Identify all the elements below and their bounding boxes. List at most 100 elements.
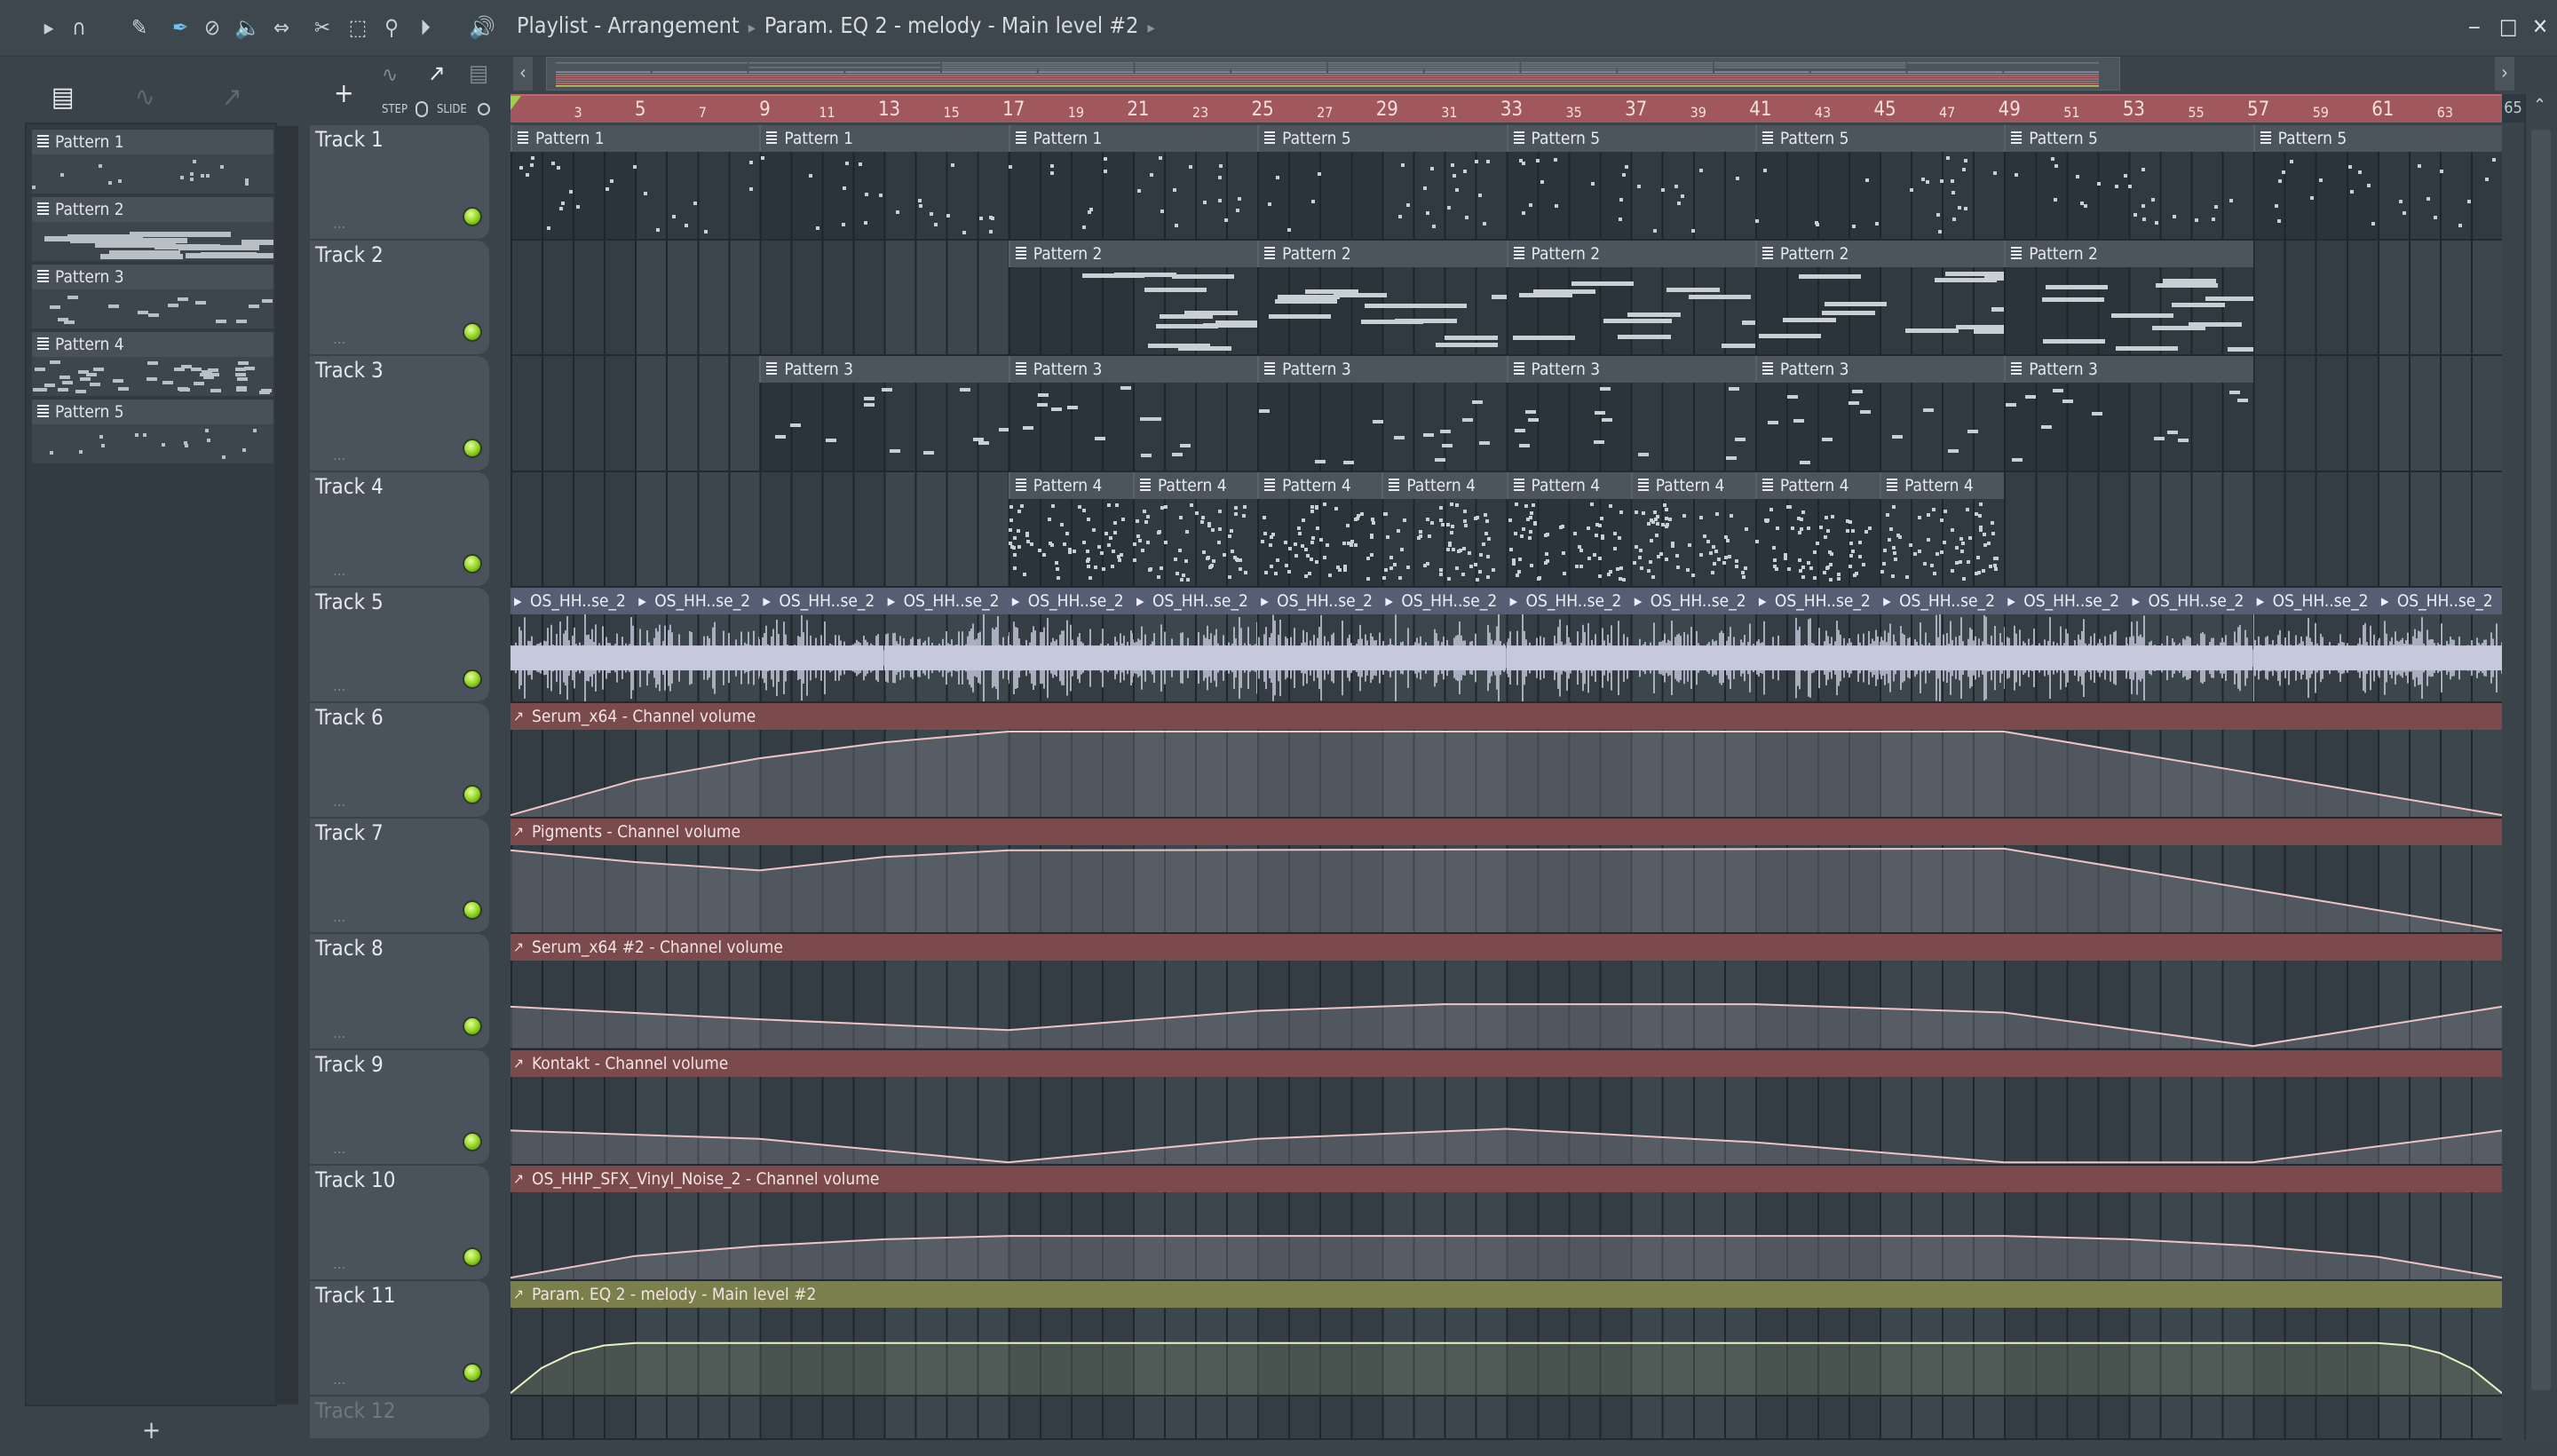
pattern-clip[interactable]: Pattern 3 — [759, 356, 1009, 471]
automation-clip-icon[interactable]: ↗ — [428, 60, 446, 87]
track-lane[interactable]: Param. EQ 2 - melody - Main level #2 — [511, 1281, 2502, 1397]
audio-clip-icon[interactable]: ∿ — [382, 62, 398, 87]
clip-label[interactable]: Pattern 3 — [2004, 356, 2253, 384]
pattern-list-item[interactable]: Pattern 4 — [32, 332, 273, 396]
track-mute-led[interactable] — [463, 1246, 482, 1267]
audio-clip[interactable]: OS_HH..se_2 — [2004, 587, 2129, 701]
track-lane[interactable]: Pigments - Channel volume — [511, 819, 2502, 935]
pattern-clip[interactable]: Pattern 1 — [759, 125, 1009, 240]
clip-label[interactable]: OS_HH..se_2 — [2004, 587, 2129, 614]
pattern-clip[interactable]: Pattern 3 — [1506, 356, 1755, 471]
audio-clip[interactable]: OS_HH..se_2 — [1754, 587, 1880, 701]
auto-clip[interactable]: Param. EQ 2 - melody - Main level #2 — [511, 1281, 2502, 1396]
minimize-button[interactable]: ‒ — [2468, 14, 2481, 39]
pattern-list-item[interactable]: Pattern 1 — [32, 130, 273, 194]
track-header[interactable]: Track 3 … — [310, 356, 489, 472]
clip-label[interactable]: OS_HH..se_2 — [1381, 587, 1507, 614]
clip-label[interactable]: Pattern 2 — [1754, 241, 2005, 268]
track-options-icon[interactable]: … — [333, 330, 346, 347]
track-mute-led[interactable] — [463, 1016, 482, 1036]
track-options-icon[interactable]: … — [333, 1255, 346, 1272]
scroll-right-button[interactable]: › — [2495, 57, 2514, 91]
track-name[interactable]: Track 7 — [315, 820, 384, 845]
piano-roll-tab-icon[interactable]: ▤ — [51, 82, 75, 113]
track-options-icon[interactable]: … — [333, 1025, 346, 1041]
track-header[interactable]: Track 7 … — [310, 819, 489, 935]
scroll-left-button[interactable]: ‹ — [513, 57, 533, 91]
track-name[interactable]: Track 11 — [315, 1283, 395, 1308]
clip-label[interactable]: Kontakt - Channel volume — [511, 1049, 2502, 1077]
track-mute-led[interactable] — [463, 553, 482, 574]
pattern-clip[interactable]: Pattern 3 — [1754, 356, 2005, 471]
step-toggle[interactable] — [416, 101, 428, 117]
track-mute-led[interactable] — [463, 785, 482, 805]
track-header[interactable]: Track 5… — [310, 587, 489, 703]
track-lane[interactable]: Serum_x64 #2 - Channel volume — [511, 934, 2502, 1050]
track-options-icon[interactable]: … — [333, 447, 346, 463]
audio-clip[interactable]: OS_HH..se_2 — [1008, 587, 1133, 701]
auto-clip[interactable]: Kontakt - Channel volume — [511, 1049, 2502, 1164]
track-lane[interactable]: Pattern 4 Pattern 4 Pattern 4 Pattern 4 Patt… — [511, 471, 2502, 588]
close-button[interactable]: ✕ — [2532, 14, 2548, 39]
clip-label[interactable]: Pattern 5 — [1754, 125, 2005, 152]
clip-label[interactable]: OS_HH..se_2 — [1880, 587, 2005, 614]
track-lane[interactable]: OS_HHP_SFX_Vinyl_Noise_2 - Channel volum… — [511, 1165, 2502, 1281]
pattern-name[interactable]: Pattern 2 — [32, 197, 273, 222]
track-mute-led[interactable] — [463, 1131, 482, 1151]
audio-clip[interactable]: OS_HH..se_2 — [2377, 587, 2502, 701]
clip-label[interactable]: Pattern 2 — [1506, 241, 1755, 268]
audio-clip[interactable]: OS_HH..se_2 — [1506, 587, 1631, 701]
track-name[interactable]: Track 3 — [315, 358, 384, 383]
clip-label[interactable]: Pattern 5 — [1506, 125, 1755, 152]
clip-label[interactable]: Pattern 4 — [1381, 471, 1507, 499]
audio-clip[interactable]: OS_HH..se_2 — [883, 587, 1009, 701]
pattern-clip[interactable]: Pattern 3 — [2004, 356, 2253, 471]
vertical-scrollbar[interactable]: ⌃ — [2524, 94, 2557, 1440]
track-header[interactable]: Track 10… — [310, 1165, 489, 1281]
clip-label[interactable]: OS_HH..se_2 — [1008, 587, 1133, 614]
track-name[interactable]: Track 2 — [315, 242, 384, 267]
pattern-list-item[interactable]: Pattern 5 — [32, 400, 273, 463]
audio-clip[interactable]: OS_HH..se_2 — [1257, 587, 1382, 701]
clip-label[interactable]: Pigments - Channel volume — [511, 819, 2502, 846]
clip-label[interactable]: OS_HH..se_2 — [2252, 587, 2378, 614]
slip-icon[interactable]: ⇔ — [266, 12, 297, 43]
clip-label[interactable]: Pattern 4 — [1506, 471, 1631, 499]
paint-icon[interactable]: ✒ — [165, 12, 195, 43]
clip-label[interactable]: Pattern 2 — [2004, 241, 2253, 268]
track-header[interactable]: Track 4… — [310, 471, 489, 588]
pattern-clip[interactable]: Pattern 2 — [1257, 241, 1507, 355]
track-lane[interactable]: Kontakt - Channel volume — [511, 1049, 2502, 1166]
clip-label[interactable]: Pattern 1 — [511, 125, 760, 152]
pattern-clip[interactable]: Pattern 5 — [1506, 125, 1755, 240]
magnet-snap-icon[interactable]: ∩ — [64, 12, 94, 43]
pattern-clip[interactable]: Pattern 2 — [1008, 241, 1258, 355]
draw-icon[interactable]: ✎ — [124, 12, 154, 43]
audio-clip[interactable]: OS_HH..se_2 — [635, 587, 760, 701]
timeline-ruler[interactable]: 3 5 7 9 11 13 15 17 19 21 23 25 27 29 31 33 35 37 39 41 43 45… — [511, 94, 2502, 123]
scroll-up-icon[interactable]: ⌃ — [2533, 94, 2546, 115]
clip-label[interactable]: OS_HH..se_2 — [1257, 587, 1382, 614]
auto-clip[interactable]: OS_HHP_SFX_Vinyl_Noise_2 - Channel volum… — [511, 1165, 2502, 1279]
audio-clip[interactable]: OS_HH..se_2 — [1880, 587, 2005, 701]
clip-label[interactable]: Serum_x64 - Channel volume — [511, 703, 2502, 730]
current-target[interactable]: Param. EQ 2 - melody - Main level #2 — [764, 12, 1139, 38]
clip-label[interactable]: OS_HHP_SFX_Vinyl_Noise_2 - Channel volum… — [511, 1165, 2502, 1192]
clip-label[interactable]: Pattern 3 — [1754, 356, 2005, 384]
pattern-list-item[interactable]: Pattern 2 — [32, 197, 273, 261]
clip-label[interactable]: OS_HH..se_2 — [2377, 587, 2502, 614]
track-name[interactable]: Track 6 — [315, 705, 384, 730]
pattern-name[interactable]: Pattern 1 — [32, 130, 273, 154]
playlist-grid[interactable]: Pattern 1 Pattern 1 Pattern 1 Pattern 5 Patt… — [511, 125, 2502, 1440]
clip-label[interactable]: Pattern 4 — [1132, 471, 1258, 499]
audio-clip[interactable]: OS_HH..se_2 — [511, 587, 636, 701]
pattern-name[interactable]: Pattern 4 — [32, 332, 273, 357]
track-options-icon[interactable]: … — [333, 908, 346, 925]
clip-label[interactable]: OS_HH..se_2 — [1506, 587, 1631, 614]
clip-label[interactable]: Pattern 2 — [1008, 241, 1258, 268]
track-options-icon[interactable]: … — [333, 1371, 346, 1388]
track-mute-led[interactable] — [463, 207, 482, 227]
clip-label[interactable]: Pattern 4 — [1754, 471, 1880, 499]
track-lane[interactable] — [511, 1397, 2502, 1440]
track-header[interactable]: Track 2 … — [310, 241, 489, 357]
